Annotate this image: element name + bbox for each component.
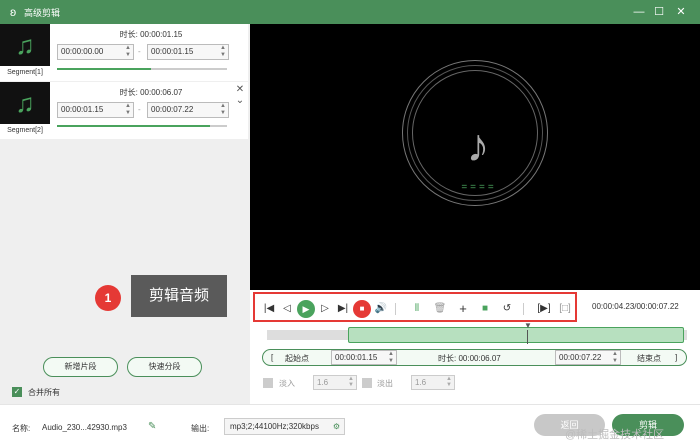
copy-icon[interactable]: ■ xyxy=(477,301,493,317)
segment-panel xyxy=(0,24,250,404)
spin-arrows-icon[interactable]: ▲ ▼ xyxy=(125,45,131,59)
next-frame-icon[interactable]: ▷ xyxy=(317,301,333,317)
range-separator: - xyxy=(138,47,141,56)
start-point-button[interactable]: 起始点 xyxy=(285,353,309,364)
segment-progress xyxy=(57,68,227,70)
collapse-chevron-icon[interactable]: ⌄ xyxy=(235,96,245,106)
spin-arrows-icon[interactable]: ▲ ▼ xyxy=(612,351,618,365)
segment-duration: 时长: 00:00:06.07 xyxy=(119,88,183,97)
fit-range-icon[interactable]: [▶] xyxy=(536,301,552,317)
window-title: 高级剪辑 xyxy=(24,8,61,18)
segment-progress-fill xyxy=(57,68,151,70)
range-editor: [ 起始点 00:00:01.15 ▲ ▼ 时长: 00:00:06.07 00:0… xyxy=(262,349,687,366)
minimize-button[interactable]: — xyxy=(631,4,647,20)
output-format-field[interactable]: mp3;2;44100Hz;320kbps ⚙ xyxy=(224,418,345,435)
segment-item[interactable]: ♫ Segment[1] 时长: 00:00:01.15 00:00:00.00… xyxy=(0,24,248,81)
range-separator: - xyxy=(138,105,141,114)
merge-all-label: 合并所有 xyxy=(28,388,60,397)
end-time-field[interactable]: 00:00:07.22 ▲ ▼ xyxy=(555,350,621,365)
title-bar: ʚ 高级剪辑 — ☐ ✕ xyxy=(0,0,700,24)
segment-progress-fill xyxy=(57,125,210,127)
music-note-icon: ♫ xyxy=(0,24,50,66)
segment-item[interactable]: ♫ Segment[2] 时长: 00:00:06.07 ✕ ⌄ 00:00:0… xyxy=(0,82,248,139)
fade-out-checkbox[interactable] xyxy=(362,378,372,388)
settings-gear-icon[interactable]: ⚙ xyxy=(333,419,340,434)
merge-all-checkbox[interactable]: ✓ xyxy=(12,387,22,397)
go-to-start-icon[interactable]: |◀ xyxy=(261,301,277,317)
edit-name-icon[interactable]: ✎ xyxy=(148,421,156,432)
equalizer-icon: ==== xyxy=(461,182,497,193)
delete-icon[interactable]: 🗑 xyxy=(432,301,448,317)
segment-progress xyxy=(57,125,227,127)
step-number-badge: 1 xyxy=(95,285,121,311)
segment-label: Segment[2] xyxy=(7,127,43,134)
fade-in-checkbox[interactable] xyxy=(263,378,273,388)
reset-icon[interactable]: ↺ xyxy=(499,301,515,317)
close-bracket[interactable]: ] xyxy=(675,353,677,362)
segment-end-field[interactable]: 00:00:07.22 ▲ ▼ xyxy=(147,102,229,118)
separator xyxy=(523,303,524,315)
timeline-selection[interactable] xyxy=(348,327,684,343)
spin-arrows-icon[interactable]: ▲ ▼ xyxy=(446,376,452,388)
volume-icon[interactable]: 🔊 xyxy=(373,301,389,317)
spin-arrows-icon[interactable]: ▲ ▼ xyxy=(220,103,226,117)
segment-close-icon[interactable]: ✕ xyxy=(235,85,245,95)
add-segment-button[interactable]: 新增片段 xyxy=(43,357,118,377)
fade-in-field[interactable]: 1.6 ▲ ▼ xyxy=(313,375,357,390)
output-label: 输出: xyxy=(191,424,210,433)
music-note-icon: ♪ xyxy=(466,119,490,171)
file-name: Audio_230...42930.mp3 xyxy=(42,423,127,432)
spin-arrows-icon[interactable]: ▲ ▼ xyxy=(220,45,226,59)
add-icon[interactable]: + xyxy=(455,301,471,317)
spin-arrows-icon[interactable]: ▲ ▼ xyxy=(125,103,131,117)
segment-label: Segment[1] xyxy=(7,69,43,76)
playhead-line[interactable] xyxy=(527,330,528,344)
open-bracket[interactable]: [ xyxy=(271,353,273,362)
watermark: @稀土掘金技术社区 xyxy=(565,429,665,441)
spin-arrows-icon[interactable]: ▲ ▼ xyxy=(388,351,394,365)
callout-label: 剪辑音频 xyxy=(131,275,227,317)
close-button[interactable]: ✕ xyxy=(673,4,689,20)
range-duration: 时长: 00:00:06.07 xyxy=(438,354,501,363)
app-logo-icon: ʚ xyxy=(9,5,17,19)
fullscreen-icon[interactable]: [□] xyxy=(557,301,573,317)
segment-end-field[interactable]: 00:00:01.15 ▲ ▼ xyxy=(147,44,229,60)
segment-duration: 时长: 00:00:01.15 xyxy=(119,30,183,39)
separator xyxy=(395,303,396,315)
time-readout: 00:00:04.23/00:00:07.22 xyxy=(592,302,679,311)
name-label: 名称: xyxy=(12,424,31,433)
maximize-button[interactable]: ☐ xyxy=(651,4,667,20)
playback-controls: |◀ ◁ ▶ ▷ ▶| ■ 🔊 ⦀ 🗑 + ■ ↺ [▶] [□] xyxy=(253,292,577,322)
end-point-button[interactable]: 结束点 xyxy=(637,353,661,364)
fade-in-label: 淡入 xyxy=(279,379,295,388)
quick-split-button[interactable]: 快速分段 xyxy=(127,357,202,377)
playhead-icon[interactable]: ▼ xyxy=(524,322,532,330)
fade-out-label: 淡出 xyxy=(377,379,393,388)
spin-arrows-icon[interactable]: ▲ ▼ xyxy=(348,376,354,388)
stop-button[interactable]: ■ xyxy=(353,300,371,318)
play-button[interactable]: ▶ xyxy=(297,300,315,318)
segment-start-field[interactable]: 00:00:00.00 ▲ ▼ xyxy=(57,44,134,60)
segment-start-field[interactable]: 00:00:01.15 ▲ ▼ xyxy=(57,102,134,118)
previous-frame-icon[interactable]: ◁ xyxy=(279,301,295,317)
start-time-field[interactable]: 00:00:01.15 ▲ ▼ xyxy=(331,350,397,365)
split-icon[interactable]: ⦀ xyxy=(409,301,425,317)
fade-out-field[interactable]: 1.6 ▲ ▼ xyxy=(411,375,455,390)
go-to-end-icon[interactable]: ▶| xyxy=(335,301,351,317)
music-note-icon: ♫ xyxy=(0,82,50,124)
